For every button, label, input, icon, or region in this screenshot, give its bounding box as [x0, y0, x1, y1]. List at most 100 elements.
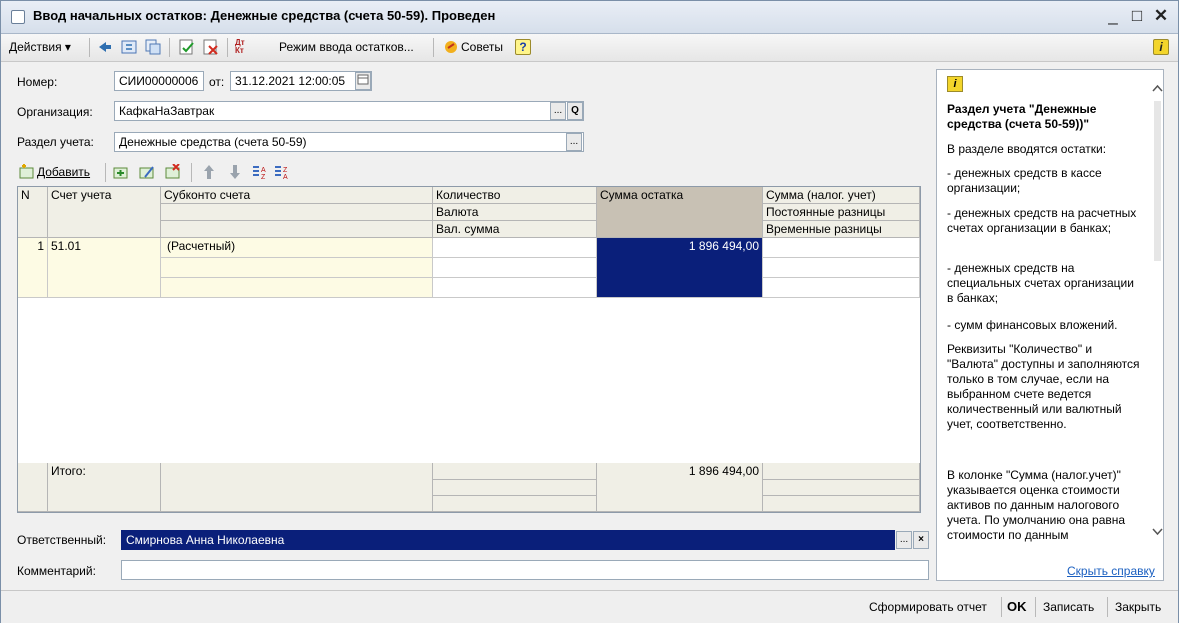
post-document-icon[interactable] — [179, 39, 195, 55]
footer-temporary-diff — [763, 496, 920, 512]
date-field[interactable]: 31.12.2021 12:00:05 — [230, 71, 372, 91]
comment-label: Комментарий: — [17, 564, 96, 578]
hide-help-link[interactable]: Скрыть справку — [1067, 564, 1155, 578]
move-up-icon[interactable] — [201, 164, 217, 183]
button-separator — [1001, 597, 1002, 617]
footer-total-balance: 1 896 494,00 — [597, 463, 763, 512]
col-header-n[interactable]: N — [18, 187, 48, 238]
row-1-subconto[interactable]: (Расчетный) — [161, 238, 433, 258]
help-heading: Раздел учета "Денежные средства (счета 5… — [947, 102, 1097, 131]
minimize-button[interactable]: _ — [1101, 5, 1125, 27]
svg-text:A: A — [261, 167, 266, 174]
sort-desc-icon[interactable]: ZA — [273, 164, 289, 183]
unpost-document-icon[interactable] — [203, 39, 219, 55]
add-row-button[interactable]: Добавить — [37, 165, 90, 179]
row-1-account[interactable]: 51.01 — [48, 238, 161, 298]
document-window: Ввод начальных остатков: Денежные средст… — [0, 0, 1179, 623]
organization-select-button[interactable]: ... — [550, 102, 566, 120]
help-paragraph: - сумм финансовых вложений. — [947, 318, 1118, 332]
responsible-clear-button[interactable]: × — [913, 531, 929, 549]
toolbar-separator — [89, 38, 90, 57]
comment-field[interactable] — [121, 560, 929, 580]
ok-button[interactable]: OK — [1007, 599, 1027, 614]
footer-tax-sum — [763, 463, 920, 480]
col-header-account[interactable]: Счет учета — [48, 187, 161, 238]
row-1-temporary-diff[interactable] — [763, 278, 920, 298]
row-1-currency-sum[interactable] — [433, 278, 597, 298]
organization-search-icon[interactable]: Q — [567, 102, 583, 120]
actions-menu[interactable]: Действия ▾ — [9, 40, 71, 54]
footer-currency-sum — [433, 496, 597, 512]
help-paragraph: В колонке "Сумма (налог.учет)" указывает… — [947, 468, 1126, 542]
footer-permanent-diff — [763, 480, 920, 496]
tips-icon[interactable] — [443, 39, 459, 55]
toolbar-separator — [169, 38, 170, 57]
balances-table: N Счет учета Субконто счета Количество В… — [17, 186, 921, 513]
help-scrollbar[interactable] — [1152, 71, 1163, 549]
row-1-quantity[interactable] — [433, 238, 597, 258]
dt-kt-icon[interactable]: Дт Кт — [235, 39, 251, 55]
help-question-icon[interactable]: ? — [515, 39, 531, 55]
help-paragraph: - денежных средств на специальных счетах… — [947, 261, 1134, 305]
svg-text:A: A — [283, 174, 288, 180]
organization-label: Организация: — [17, 105, 93, 119]
grid-toolbar-separator — [105, 163, 106, 182]
svg-text:Z: Z — [261, 174, 266, 180]
col-header-currency[interactable]: Валюта — [433, 204, 597, 221]
edit-row-icon[interactable] — [139, 164, 155, 183]
col-header-permanent-diff[interactable]: Постоянные разницы — [763, 204, 920, 221]
help-panel: i Раздел учета "Денежные средства (счета… — [936, 69, 1164, 581]
toolbar-separator — [433, 38, 434, 57]
title-bar: Ввод начальных остатков: Денежные средст… — [1, 1, 1178, 34]
number-field[interactable]: СИИ00000006 — [114, 71, 204, 91]
tips-button[interactable]: Советы — [461, 40, 503, 54]
calendar-icon[interactable] — [355, 72, 371, 90]
number-label: Номер: — [17, 75, 58, 89]
col-header-quantity[interactable]: Количество — [433, 187, 597, 204]
organization-field[interactable]: КафкаНаЗавтрак — [114, 101, 584, 121]
back-arrow-icon[interactable] — [97, 39, 113, 55]
section-select-button[interactable]: ... — [566, 133, 582, 151]
row-1-subconto-3[interactable] — [161, 278, 433, 298]
save-button[interactable]: Записать — [1043, 600, 1094, 614]
svg-text:Z: Z — [283, 167, 288, 174]
row-1-tax-sum[interactable] — [763, 238, 920, 258]
col-header-temporary-diff[interactable]: Временные разницы — [763, 221, 920, 238]
delete-row-icon[interactable] — [165, 163, 181, 183]
footer-subconto — [161, 463, 433, 512]
copy-icon[interactable] — [145, 39, 161, 55]
help-info-icon: i — [947, 76, 963, 92]
refresh-icon[interactable] — [121, 39, 137, 55]
maximize-button[interactable]: □ — [1125, 5, 1149, 27]
info-icon[interactable]: i — [1153, 39, 1169, 55]
responsible-select-button[interactable]: ... — [896, 531, 912, 549]
sort-asc-icon[interactable]: AZ — [251, 164, 267, 183]
row-1-permanent-diff[interactable] — [763, 258, 920, 278]
footer-total-label: Итого: — [48, 463, 161, 512]
close-window-button[interactable]: ✕ — [1149, 5, 1173, 27]
row-1-subconto-2[interactable] — [161, 258, 433, 278]
help-paragraph: В разделе вводятся остатки: — [947, 142, 1107, 156]
responsible-field[interactable]: Смирнова Анна Николаевна — [121, 530, 895, 550]
col-header-subconto-3 — [161, 221, 433, 238]
grid-toolbar-separator — [191, 163, 192, 182]
toolbar: Действия ▾ Дт Кт Режим ввода остатков...… — [1, 34, 1178, 62]
copy-row-icon[interactable] — [113, 164, 129, 183]
input-mode-button[interactable]: Режим ввода остатков... — [279, 40, 414, 54]
window-menu-icon[interactable] — [11, 10, 25, 24]
generate-report-button[interactable]: Сформировать отчет — [869, 600, 987, 614]
close-button[interactable]: Закрыть — [1115, 600, 1161, 614]
col-header-subconto[interactable]: Субконто счета — [161, 187, 433, 204]
section-field[interactable]: Денежные средства (счета 50-59) — [114, 132, 584, 152]
footer-currency — [433, 480, 597, 496]
move-down-icon[interactable] — [227, 164, 243, 183]
col-header-tax-sum[interactable]: Сумма (налог. учет) — [763, 187, 920, 204]
col-header-currency-sum[interactable]: Вал. сумма — [433, 221, 597, 238]
row-1-currency[interactable] — [433, 258, 597, 278]
add-row-icon[interactable] — [19, 164, 35, 180]
row-1-n[interactable]: 1 — [18, 238, 48, 298]
section-label: Раздел учета: — [17, 135, 94, 149]
bottom-button-bar: Сформировать отчет OK Записать Закрыть — [1, 590, 1178, 623]
col-header-balance[interactable]: Сумма остатка — [597, 187, 763, 238]
row-1-balance[interactable]: 1 896 494,00 — [597, 238, 763, 298]
